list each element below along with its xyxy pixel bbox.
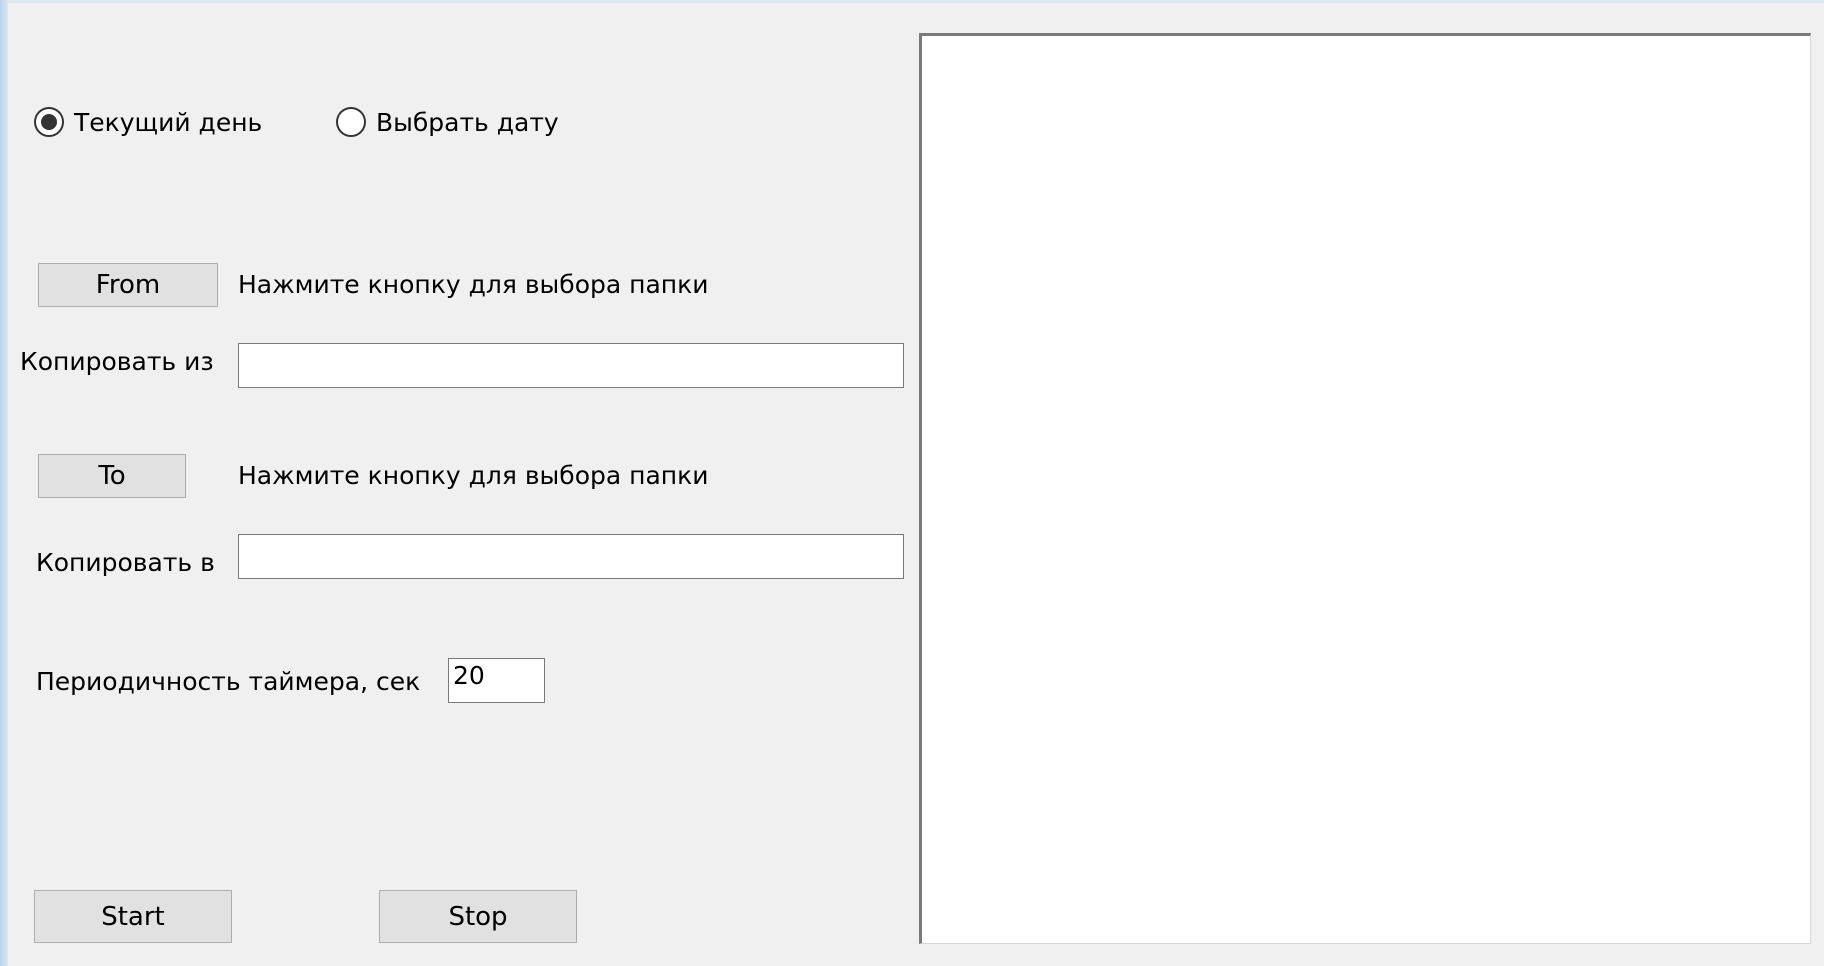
radio-current-day-indicator[interactable]: [34, 107, 64, 137]
window-left-edge: [0, 0, 8, 966]
timer-interval-input[interactable]: 20: [448, 658, 545, 703]
timer-label: Периодичность таймера, сек: [36, 667, 421, 696]
from-button[interactable]: From: [38, 263, 218, 307]
copy-to-field[interactable]: [238, 534, 904, 579]
to-button[interactable]: To: [38, 454, 186, 498]
copy-from-field[interactable]: [238, 343, 904, 388]
copy-from-label: Копировать из: [20, 347, 214, 376]
start-button[interactable]: Start: [34, 890, 232, 943]
stop-button[interactable]: Stop: [379, 890, 577, 943]
destination-folder-hint: Нажмите кнопку для выбора папки: [238, 461, 709, 490]
radio-choose-date[interactable]: Выбрать дату: [336, 107, 559, 137]
copy-to-label: Копировать в: [36, 548, 215, 577]
radio-current-day[interactable]: Текущий день: [34, 107, 262, 137]
radio-choose-date-indicator[interactable]: [336, 107, 366, 137]
window-top-edge: [0, 0, 1824, 3]
radio-choose-date-label: Выбрать дату: [376, 107, 559, 137]
radio-selected-dot: [41, 114, 57, 130]
source-folder-hint: Нажмите кнопку для выбора папки: [238, 270, 709, 299]
radio-current-day-label: Текущий день: [74, 107, 263, 137]
log-output-area[interactable]: [919, 33, 1811, 944]
